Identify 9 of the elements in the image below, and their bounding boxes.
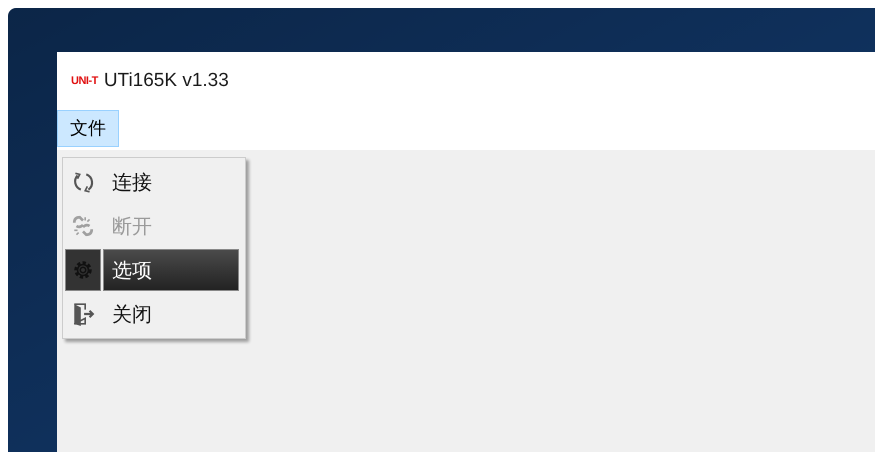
window-title: UTi165K v1.33 xyxy=(104,68,229,93)
refresh-icon xyxy=(71,170,95,194)
menu-item[interactable]: 关闭 xyxy=(103,293,239,335)
broken-link-icon xyxy=(71,214,95,238)
brand-logo: UNI-T xyxy=(71,76,98,86)
menu-item[interactable]: 选项 xyxy=(103,249,239,291)
door-exit-icon xyxy=(71,302,95,326)
menu-bar-item[interactable]: 文件 xyxy=(57,110,119,147)
menu-item[interactable]: 连接 xyxy=(103,161,239,203)
